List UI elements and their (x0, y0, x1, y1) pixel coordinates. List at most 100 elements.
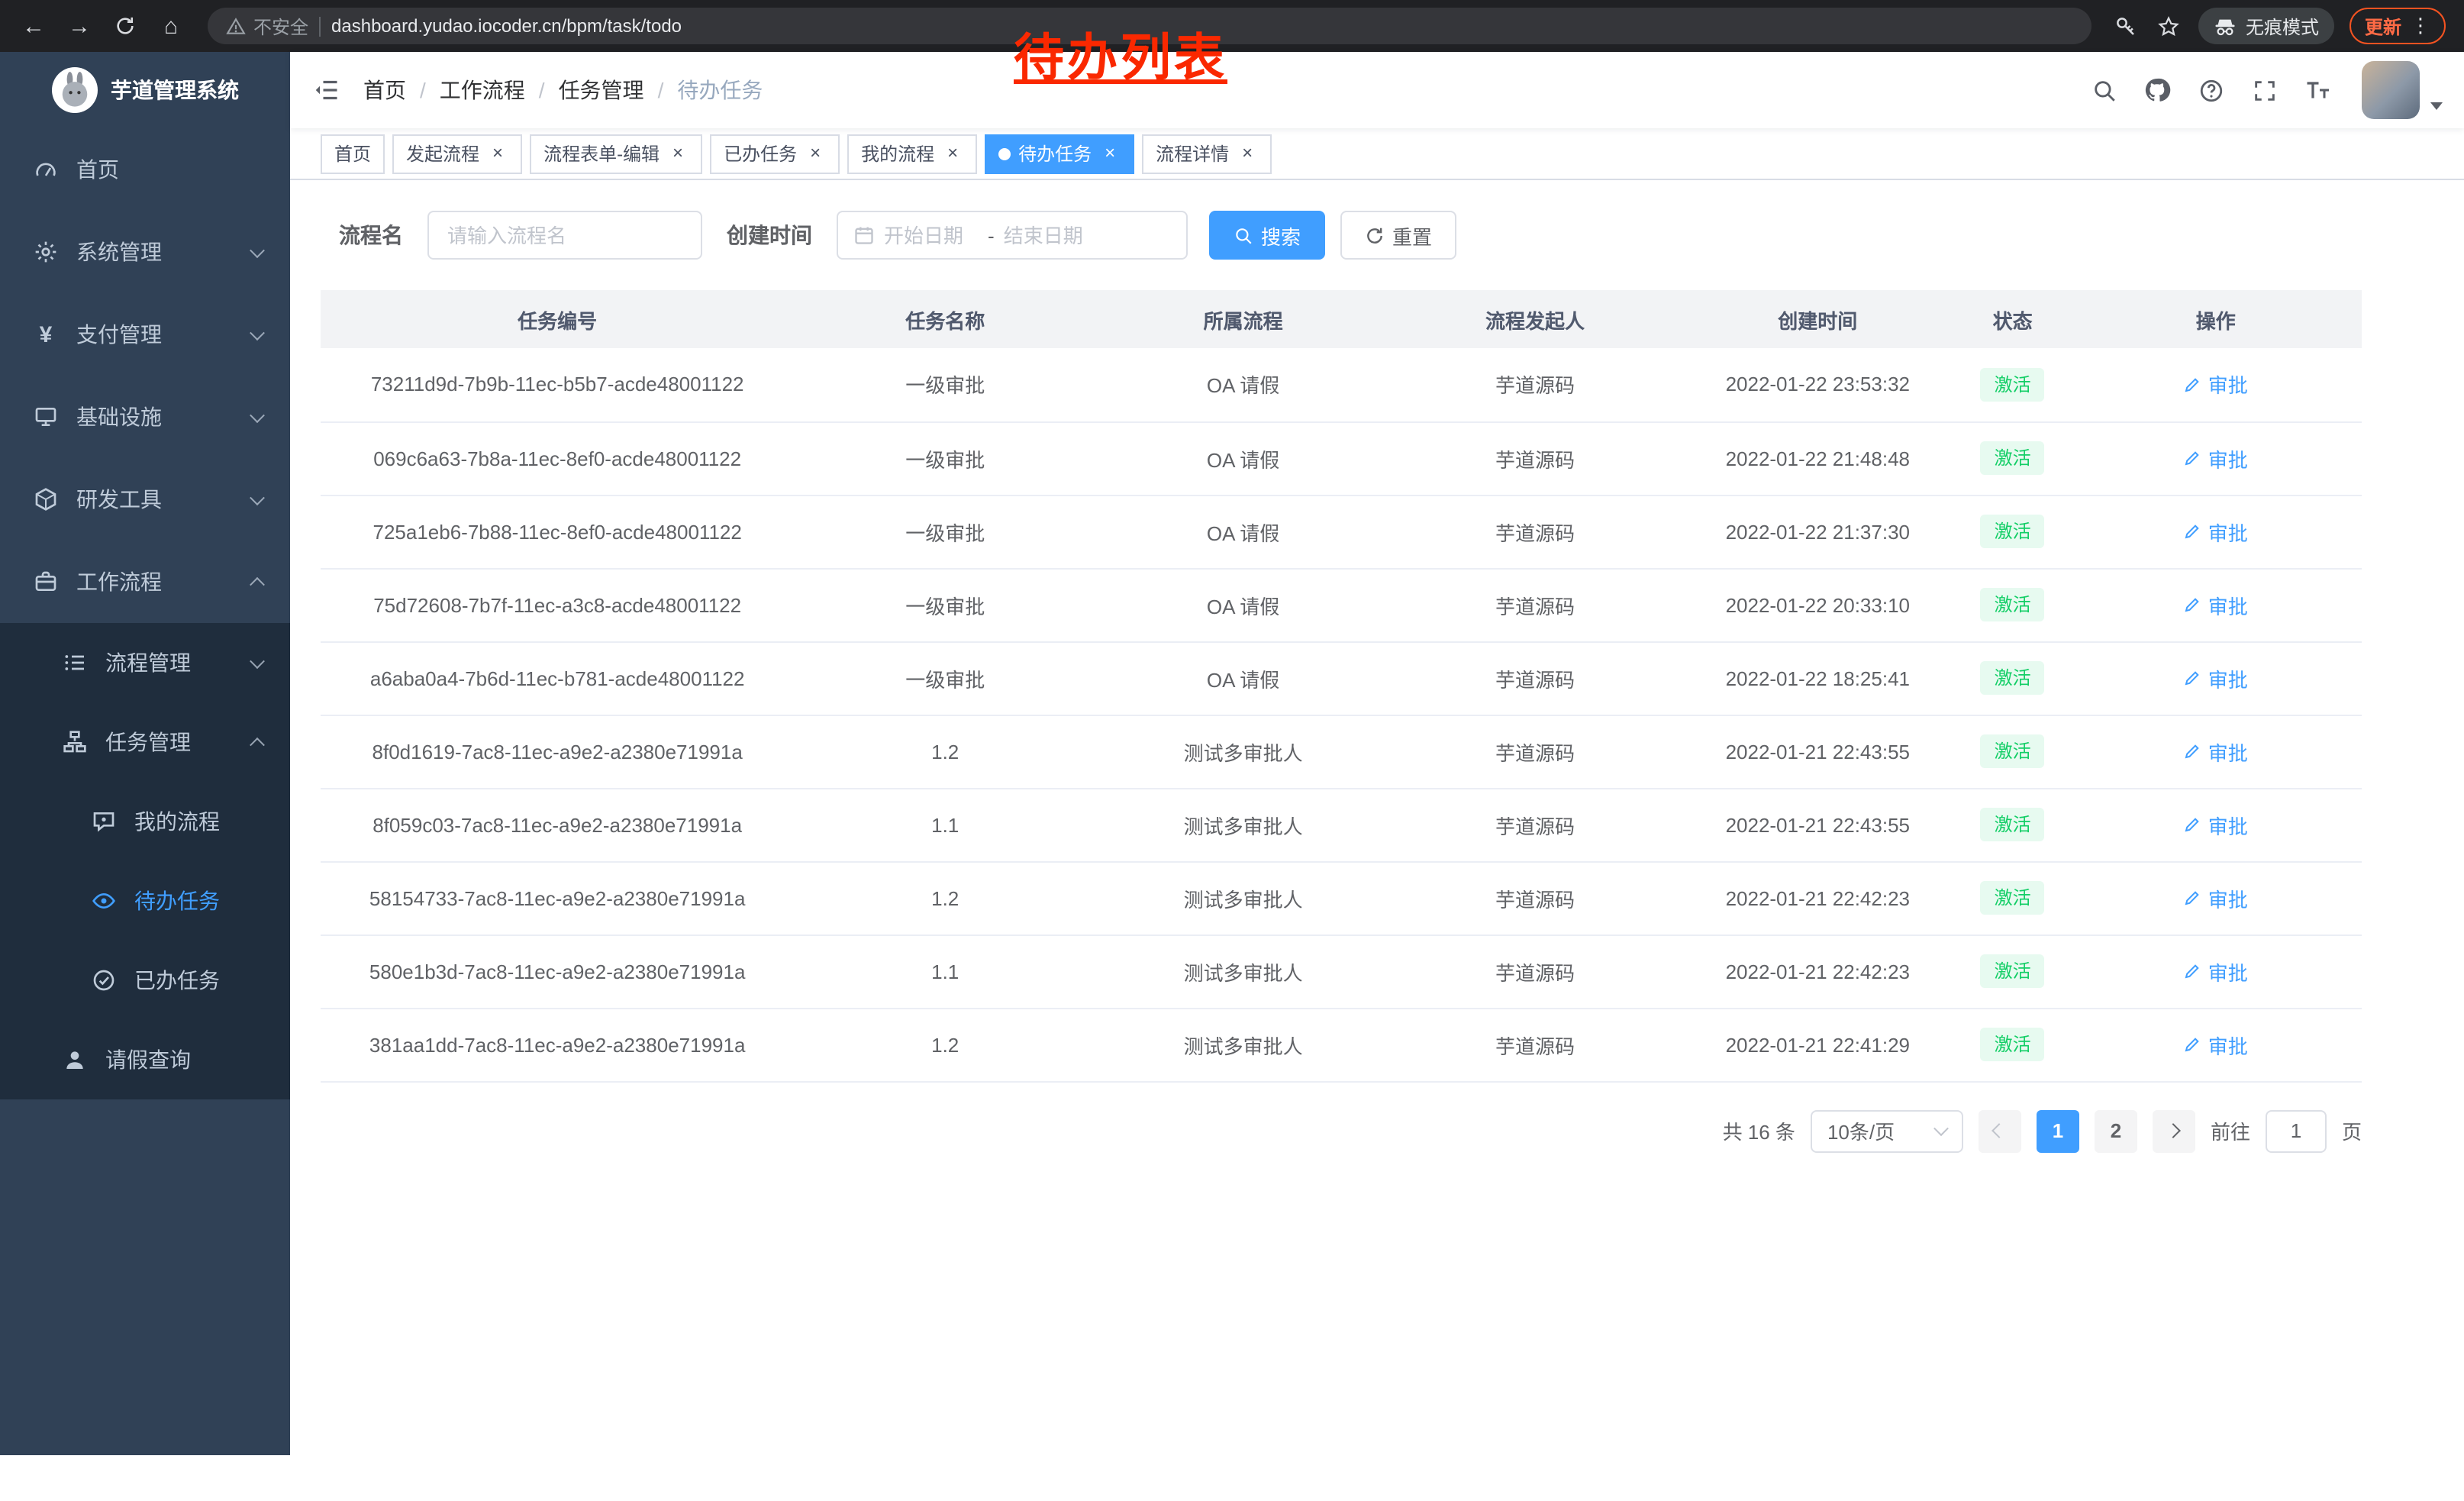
approve-button[interactable]: 审批 (2184, 810, 2248, 839)
tag-todo-tasks[interactable]: 待办任务× (985, 134, 1134, 173)
user-avatar[interactable] (2362, 61, 2420, 119)
sidebar-item-my-process[interactable]: 我的流程 (0, 782, 290, 861)
approve-label: 审批 (2208, 810, 2248, 839)
cell-create-time: 2022-01-22 21:48:48 (1680, 421, 1956, 495)
edit-icon (2184, 1035, 2202, 1054)
security-warning[interactable]: 不安全 (226, 13, 308, 39)
chevron-up-icon (250, 737, 265, 752)
breadcrumb-task-mgmt[interactable]: 任务管理 (559, 75, 644, 105)
approve-button[interactable]: 审批 (2184, 957, 2248, 986)
tag-start-process[interactable]: 发起流程× (392, 134, 522, 173)
tag-close-icon[interactable]: × (1099, 143, 1121, 164)
browser-update-button[interactable]: 更新 ⋮ (2350, 8, 2446, 44)
col-process: 所属流程 (1096, 290, 1390, 348)
approve-button[interactable]: 审批 (2184, 883, 2248, 912)
cell-action: 审批 (2070, 641, 2362, 715)
approve-button[interactable]: 审批 (2184, 517, 2248, 546)
tag-close-icon[interactable]: × (1237, 143, 1258, 164)
goto-page-input[interactable] (2266, 1109, 2327, 1152)
avatar-caret-icon[interactable] (2430, 102, 2443, 110)
header-search-button[interactable] (2082, 67, 2125, 113)
breadcrumb-home[interactable]: 首页 (363, 75, 406, 105)
app-logo[interactable]: 芋道管理系统 (0, 52, 290, 128)
reload-button[interactable] (104, 5, 147, 47)
font-size-button[interactable] (2296, 67, 2339, 113)
sidebar-item-system[interactable]: 系统管理 (0, 211, 290, 293)
chevron-down-icon (250, 653, 265, 668)
date-range-picker[interactable]: - (837, 211, 1188, 260)
docs-help-button[interactable] (2189, 67, 2232, 113)
chevron-up-icon (250, 576, 265, 592)
sidebar-item-done-tasks[interactable]: 已办任务 (0, 941, 290, 1020)
bookmark-button[interactable] (2150, 6, 2189, 46)
tag-form-edit[interactable]: 流程表单-编辑× (530, 134, 702, 173)
table-row: 381aa1dd-7ac8-11ec-a9e2-a2380e71991a1.2测… (321, 1008, 2362, 1081)
yen-icon: ¥ (34, 322, 58, 347)
password-key-button[interactable] (2107, 6, 2146, 46)
forward-button[interactable]: → (58, 5, 101, 47)
tag-close-icon[interactable]: × (487, 143, 508, 164)
browser-menu-icon[interactable]: ⋮ (2411, 14, 2430, 38)
chevron-down-icon (250, 489, 265, 505)
cell-task-name: 一级审批 (794, 568, 1096, 641)
logo-avatar (51, 67, 97, 113)
sidebar-item-devtools[interactable]: 研发工具 (0, 458, 290, 541)
col-status: 状态 (1956, 290, 2070, 348)
sidebar-item-todo-tasks[interactable]: 待办任务 (0, 861, 290, 941)
page-button-2[interactable]: 2 (2095, 1109, 2137, 1152)
prev-page-button[interactable] (1979, 1109, 2021, 1152)
chevron-down-icon (250, 324, 265, 340)
approve-button[interactable]: 审批 (2184, 444, 2248, 473)
breadcrumb-workflow[interactable]: 工作流程 (440, 75, 525, 105)
sidebar-item-payment[interactable]: ¥ 支付管理 (0, 293, 290, 376)
end-date-input[interactable] (1004, 224, 1098, 247)
tag-my-process[interactable]: 我的流程× (847, 134, 977, 173)
key-icon (2115, 15, 2138, 37)
cell-status: 激活 (1956, 348, 2070, 421)
list-icon (63, 650, 87, 675)
approve-button[interactable]: 审批 (2184, 370, 2248, 399)
main-area: 首页 / 工作流程 / 任务管理 / 待办任务 首页 发起流程× 流程表单-编 (290, 52, 2464, 1455)
sidebar-item-workflow[interactable]: 工作流程 (0, 541, 290, 623)
fullscreen-button[interactable] (2243, 67, 2285, 113)
sidebar-item-task-mgmt[interactable]: 任务管理 (0, 702, 290, 782)
start-date-input[interactable] (884, 224, 979, 247)
page-size-select[interactable]: 10条/页 (1811, 1109, 1963, 1152)
cell-starter: 芋道源码 (1390, 421, 1680, 495)
status-badge: 激活 (1981, 441, 2045, 475)
search-button[interactable]: 搜索 (1209, 211, 1325, 260)
process-name-input[interactable] (427, 211, 702, 260)
sidebar-item-leave-query[interactable]: 请假查询 (0, 1020, 290, 1099)
table-row: 8f059c03-7ac8-11ec-a9e2-a2380e71991a1.1测… (321, 788, 2362, 861)
sidebar-item-infra[interactable]: 基础设施 (0, 376, 290, 458)
approve-button[interactable]: 审批 (2184, 590, 2248, 619)
sidebar-item-process-mgmt[interactable]: 流程管理 (0, 623, 290, 702)
tag-home[interactable]: 首页 (321, 134, 385, 173)
tag-close-icon[interactable]: × (667, 143, 689, 164)
cell-task-id: 381aa1dd-7ac8-11ec-a9e2-a2380e71991a (321, 1008, 794, 1081)
reset-button[interactable]: 重置 (1340, 211, 1456, 260)
approve-button[interactable]: 审批 (2184, 737, 2248, 766)
home-button[interactable]: ⌂ (150, 5, 192, 47)
page-button-1[interactable]: 1 (2037, 1109, 2079, 1152)
tag-close-icon[interactable]: × (942, 143, 963, 164)
cell-process: OA 请假 (1096, 495, 1390, 568)
sidebar-toggle-button[interactable] (290, 76, 363, 104)
url-text: dashboard.yudao.iocoder.cn/bpm/task/todo (331, 15, 682, 37)
next-page-button[interactable] (2153, 1109, 2195, 1152)
address-bar[interactable]: 不安全 dashboard.yudao.iocoder.cn/bpm/task/… (208, 8, 2091, 44)
tag-process-detail[interactable]: 流程详情× (1142, 134, 1272, 173)
approve-button[interactable]: 审批 (2184, 1030, 2248, 1059)
edit-icon (2184, 449, 2202, 467)
tag-close-icon[interactable]: × (805, 143, 826, 164)
cell-create-time: 2022-01-21 22:43:55 (1680, 715, 1956, 788)
total-count: 共 16 条 (1723, 1116, 1795, 1145)
sidebar-item-home[interactable]: 首页 (0, 128, 290, 211)
warning-icon (226, 16, 246, 36)
cell-task-id: 580e1b3d-7ac8-11ec-a9e2-a2380e71991a (321, 934, 794, 1008)
approve-button[interactable]: 审批 (2184, 663, 2248, 692)
github-button[interactable] (2136, 67, 2179, 113)
back-button[interactable]: ← (12, 5, 55, 47)
tag-done-tasks[interactable]: 已办任务× (710, 134, 840, 173)
check-badge-icon (92, 968, 116, 993)
